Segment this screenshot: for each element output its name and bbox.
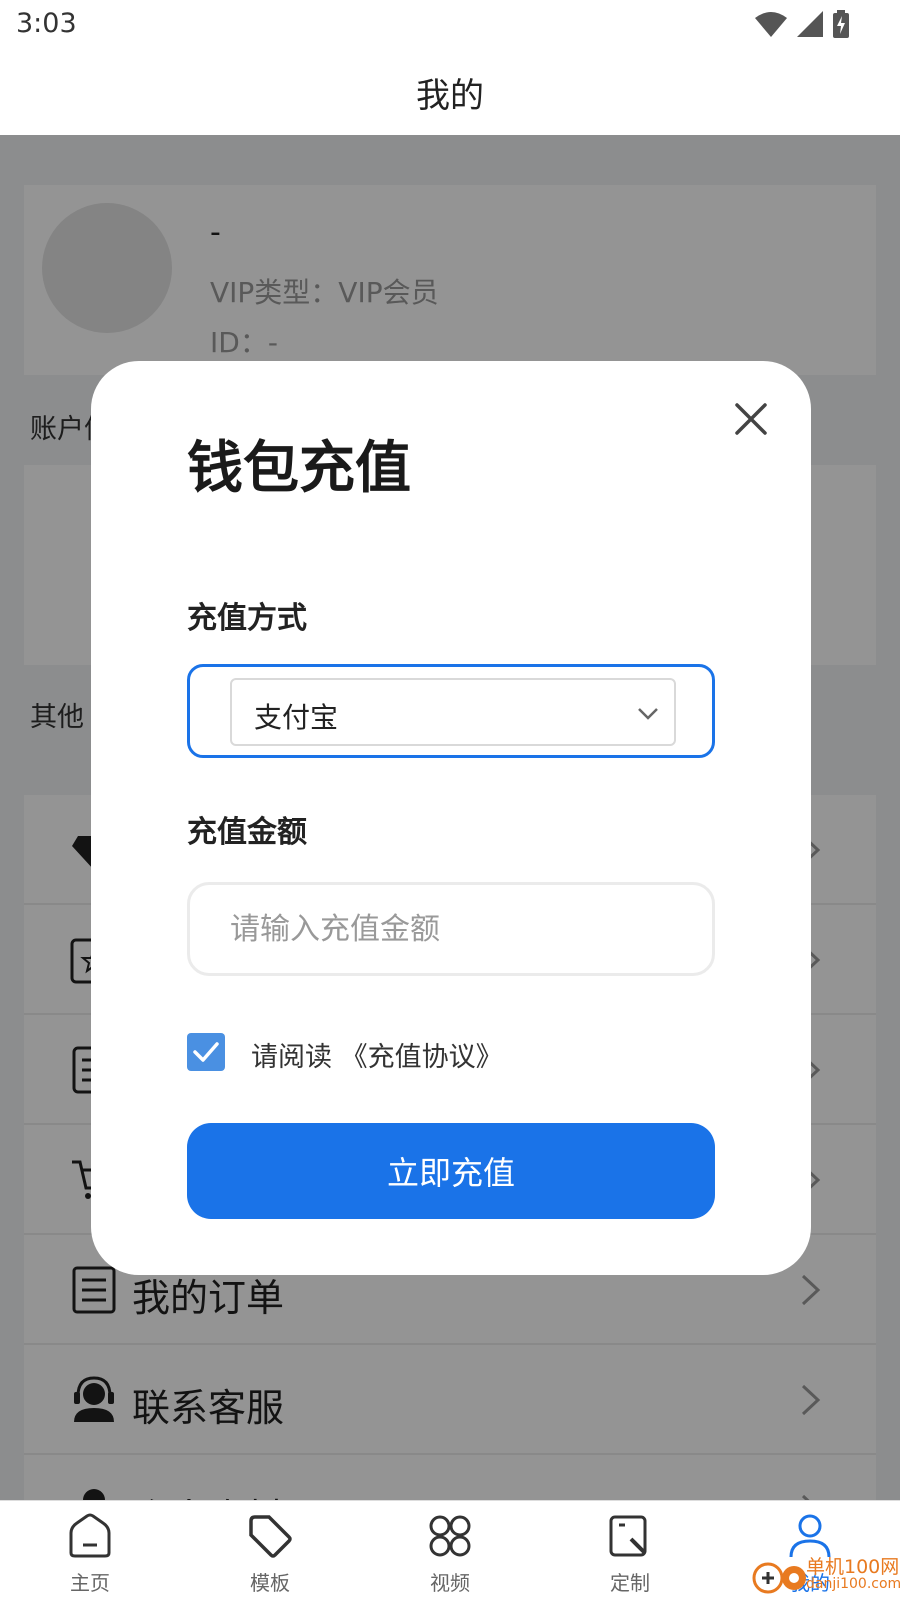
payment-method-value: 支付宝 — [254, 701, 339, 734]
wifi-icon — [755, 12, 787, 37]
status-time: 3:03 — [16, 8, 77, 39]
close-icon[interactable] — [729, 397, 773, 441]
recharge-now-button[interactable]: 立即充值 — [187, 1123, 715, 1219]
tab-templates[interactable]: 模板 — [180, 1501, 360, 1600]
amount-label: 充值金额 — [187, 815, 307, 850]
method-label: 充值方式 — [187, 601, 307, 636]
tab-custom[interactable]: 定制 — [540, 1501, 720, 1600]
payment-method-select[interactable]: 支付宝 — [230, 678, 676, 746]
agreement-checkbox[interactable] — [187, 1033, 225, 1071]
watermark: 单机100网 danji100.com — [752, 1546, 900, 1600]
signal-icon — [797, 11, 823, 37]
tab-video[interactable]: 视频 — [360, 1501, 540, 1600]
checkmark-icon — [193, 1042, 219, 1062]
tab-home[interactable]: 主页 — [0, 1501, 180, 1600]
watermark-brand: 单机100网 — [806, 1556, 900, 1578]
tab-label: 主页 — [70, 1571, 110, 1595]
danji-logo-icon — [752, 1562, 806, 1594]
tab-label: 视频 — [430, 1571, 470, 1595]
tab-label: 定制 — [610, 1571, 650, 1595]
custom-icon — [609, 1515, 647, 1557]
payment-method-field: 支付宝 — [187, 664, 715, 758]
home-icon — [69, 1513, 111, 1558]
amount-input[interactable] — [187, 882, 715, 976]
page-title: 我的 — [416, 76, 484, 116]
tab-label: 模板 — [250, 1571, 290, 1595]
status-bar: 3:03 — [0, 0, 900, 50]
status-icons — [754, 10, 850, 38]
recharge-dialog: 钱包充值 充值方式 支付宝 充值金额 请阅读 《充值协议》 立即充值 — [91, 361, 811, 1275]
agreement-text: 请阅读 《充值协议》 — [251, 1035, 503, 1074]
agreement-prefix: 请阅读 — [251, 1042, 332, 1073]
watermark-domain: danji100.com — [806, 1576, 900, 1592]
app-header: 我的 — [0, 50, 900, 135]
battery-charging-icon — [833, 10, 849, 38]
dialog-title: 钱包充值 — [187, 436, 411, 501]
agreement-link[interactable]: 《充值协议》 — [341, 1042, 503, 1073]
tag-icon — [249, 1515, 292, 1558]
chevron-down-icon — [638, 708, 658, 720]
video-icon — [429, 1515, 471, 1557]
